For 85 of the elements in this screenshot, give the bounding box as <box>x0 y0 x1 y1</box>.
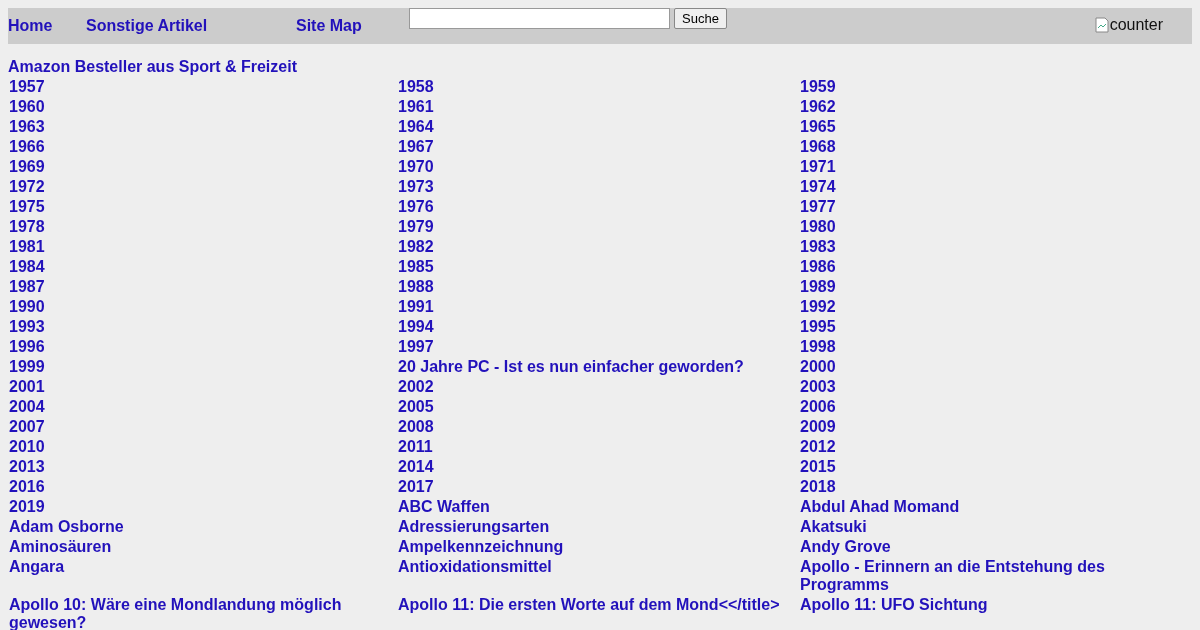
article-link[interactable]: 1973 <box>398 178 798 196</box>
image-alt-text: counter <box>1109 16 1163 34</box>
article-link[interactable]: 1958 <box>398 78 798 96</box>
article-link[interactable]: 2001 <box>9 378 396 396</box>
article-link[interactable]: Apollo - Erinnern an die Entstehung des Programms <box>800 558 1191 594</box>
article-link[interactable]: 1974 <box>800 178 1191 196</box>
article-link[interactable]: 2002 <box>398 378 798 396</box>
article-link[interactable]: 1962 <box>800 98 1191 116</box>
article-link[interactable]: Abdul Ahad Momand <box>800 498 1191 516</box>
article-link[interactable]: 1997 <box>398 338 798 356</box>
article-link[interactable]: 1961 <box>398 98 798 116</box>
article-link[interactable]: 1980 <box>800 218 1191 236</box>
article-link[interactable]: 1989 <box>800 278 1191 296</box>
article-link[interactable]: 1970 <box>398 158 798 176</box>
article-link[interactable]: 1981 <box>9 238 396 256</box>
nav-link[interactable]: Sonstige Artikel <box>86 8 296 35</box>
article-link[interactable]: 1964 <box>398 118 798 136</box>
article-link[interactable]: 1994 <box>398 318 798 336</box>
article-link[interactable]: 2011 <box>398 438 798 456</box>
article-link[interactable]: 2005 <box>398 398 798 416</box>
article-link[interactable]: 1979 <box>398 218 798 236</box>
article-link[interactable]: 1996 <box>9 338 396 356</box>
article-link[interactable]: Apollo 11: UFO Sichtung <box>800 596 1191 614</box>
article-link[interactable]: 2003 <box>800 378 1191 396</box>
article-link[interactable]: Aminosäuren <box>9 538 396 556</box>
article-link[interactable]: 2013 <box>9 458 396 476</box>
article-link[interactable]: 1969 <box>9 158 396 176</box>
article-link[interactable]: 1971 <box>800 158 1191 176</box>
nav-link[interactable]: Home <box>8 8 86 35</box>
article-link[interactable]: Apollo 11: Die ersten Worte auf dem Mond<</title> <box>398 596 798 614</box>
article-link[interactable]: 2004 <box>9 398 396 416</box>
article-link[interactable]: 1985 <box>398 258 798 276</box>
article-link[interactable]: 1982 <box>398 238 798 256</box>
article-link[interactable]: 1988 <box>398 278 798 296</box>
article-link[interactable]: 1992 <box>800 298 1191 316</box>
nav-link[interactable]: Site Map <box>296 8 409 35</box>
article-link[interactable]: 2019 <box>9 498 396 516</box>
article-link[interactable]: Ampelkennzeichnung <box>398 538 798 556</box>
article-link[interactable]: 1999 <box>9 358 396 376</box>
article-link[interactable]: 1963 <box>9 118 396 136</box>
article-link[interactable]: 1987 <box>9 278 396 296</box>
article-link[interactable]: 2000 <box>800 358 1191 376</box>
article-link[interactable]: 2009 <box>800 418 1191 436</box>
article-link[interactable]: 2014 <box>398 458 798 476</box>
article-link[interactable]: 2018 <box>800 478 1191 496</box>
article-link[interactable]: 1977 <box>800 198 1191 216</box>
article-link[interactable]: 2012 <box>800 438 1191 456</box>
article-link[interactable]: Andy Grove <box>800 538 1191 556</box>
article-link[interactable]: 1986 <box>800 258 1191 276</box>
article-link[interactable]: 1972 <box>9 178 396 196</box>
heading-link[interactable]: Amazon Besteller aus Sport & Freizeit <box>8 58 1192 76</box>
article-link[interactable]: 1967 <box>398 138 798 156</box>
article-link[interactable]: Adam Osborne <box>9 518 396 536</box>
article-link[interactable]: Akatsuki <box>800 518 1191 536</box>
article-link[interactable]: 1978 <box>9 218 396 236</box>
article-link[interactable]: 1991 <box>398 298 798 316</box>
article-link[interactable]: 1975 <box>9 198 396 216</box>
article-link[interactable]: 1959 <box>800 78 1191 96</box>
article-link[interactable]: 2006 <box>800 398 1191 416</box>
article-link[interactable]: Angara <box>9 558 396 576</box>
article-link[interactable]: 1968 <box>800 138 1191 156</box>
article-link[interactable]: 1993 <box>9 318 396 336</box>
article-link[interactable]: 1998 <box>800 338 1191 356</box>
article-link[interactable]: 2008 <box>398 418 798 436</box>
article-link[interactable]: 1995 <box>800 318 1191 336</box>
article-link[interactable]: 1976 <box>398 198 798 216</box>
broken-image-icon <box>1094 17 1109 33</box>
article-link[interactable]: 2015 <box>800 458 1191 476</box>
article-link[interactable]: 1957 <box>9 78 396 96</box>
search-button[interactable]: Suche <box>674 8 727 29</box>
article-link[interactable]: Antioxidationsmittel <box>398 558 798 576</box>
article-link[interactable]: Adressierungsarten <box>398 518 798 536</box>
article-link[interactable]: 1960 <box>9 98 396 116</box>
article-link[interactable]: 1984 <box>9 258 396 276</box>
search-field[interactable] <box>409 8 670 29</box>
article-link[interactable]: 1990 <box>9 298 396 316</box>
article-link[interactable]: ABC Waffen <box>398 498 798 516</box>
article-link[interactable]: 20 Jahre PC - Ist es nun einfacher geworden? <box>398 358 798 376</box>
article-link[interactable]: 2016 <box>9 478 396 496</box>
article-link[interactable]: 1983 <box>800 238 1191 256</box>
article-link[interactable]: 1965 <box>800 118 1191 136</box>
article-link[interactable]: 2017 <box>398 478 798 496</box>
article-link[interactable]: 1966 <box>9 138 396 156</box>
article-link[interactable]: 2010 <box>9 438 396 456</box>
article-link[interactable]: 2007 <box>9 418 396 436</box>
